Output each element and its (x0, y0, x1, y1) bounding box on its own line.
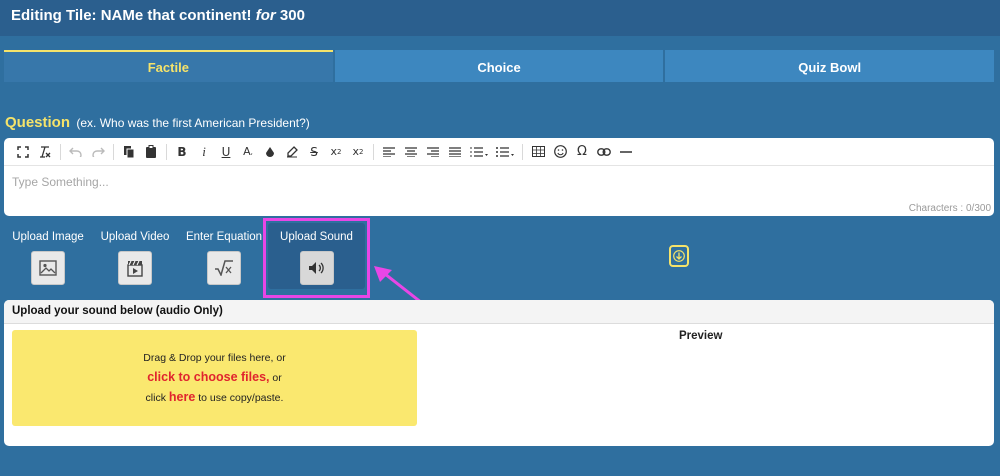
file-dropzone[interactable]: Drag & Drop your files here, or click to… (12, 330, 417, 426)
tab-quiz-bowl[interactable]: Quiz Bowl (665, 50, 995, 82)
scroll-down-button[interactable] (669, 245, 689, 267)
upload-video-button[interactable]: Upload Video (97, 231, 173, 285)
paste-icon[interactable] (140, 141, 162, 163)
dropzone-paste-line: click here to use copy/paste. (146, 388, 284, 408)
link-icon[interactable] (593, 141, 615, 163)
emoji-icon[interactable] (549, 141, 571, 163)
toolbar-divider (373, 143, 374, 160)
align-right-icon[interactable] (422, 141, 444, 163)
fullscreen-icon[interactable] (12, 141, 34, 163)
horizontal-rule-icon[interactable] (615, 141, 637, 163)
italic-icon[interactable]: i (193, 141, 215, 163)
dropzone-or: or (272, 371, 282, 384)
copy-icon[interactable] (118, 141, 140, 163)
question-word: Question (5, 114, 71, 131)
sound-upload-panel: Upload your sound below (audio Only) Dra… (4, 300, 994, 446)
editor-toolbar: B i U A, S x2 x2 Ω (4, 138, 994, 166)
font-size-icon[interactable]: A, (237, 141, 259, 163)
image-icon (31, 251, 65, 285)
dropzone-click: click (145, 391, 166, 404)
dropzone-instructions: Drag & Drop your files here, or (143, 351, 286, 364)
upload-sound-button[interactable]: Upload Sound (268, 231, 365, 285)
align-center-icon[interactable] (400, 141, 422, 163)
align-left-icon[interactable] (378, 141, 400, 163)
undo-icon[interactable] (65, 141, 87, 163)
upload-sound-label: Upload Sound (280, 231, 353, 243)
highlight-icon[interactable] (281, 141, 303, 163)
dropzone-copy-paste: to use copy/paste. (198, 391, 284, 404)
toolbar-divider (113, 143, 114, 160)
header-for: for (255, 7, 276, 24)
preview-label: Preview (679, 330, 723, 342)
text-color-icon[interactable] (259, 141, 281, 163)
unordered-list-icon[interactable] (492, 141, 518, 163)
copy-paste-here-link[interactable]: here (169, 390, 195, 404)
question-label: Question (ex. Who was the first American… (5, 114, 310, 131)
speaker-icon (299, 251, 334, 285)
clear-format-icon[interactable] (34, 141, 56, 163)
upload-image-label: Upload Image (12, 231, 84, 243)
dropzone-choose-line: click to choose files, or (147, 368, 282, 388)
justify-icon[interactable] (444, 141, 466, 163)
enter-equation-label: Enter Equation (185, 231, 263, 243)
enter-equation-button[interactable]: Enter Equation (183, 231, 265, 285)
upload-panel-title: Upload your sound below (audio Only) (4, 300, 994, 324)
subscript-icon[interactable]: x2 (325, 141, 347, 163)
tab-factile[interactable]: Factile (4, 50, 333, 82)
redo-icon[interactable] (87, 141, 109, 163)
arrow-down-icon (673, 250, 685, 262)
omega-icon[interactable]: Ω (571, 141, 593, 163)
header-title: Editing Tile: NAMe that continent! (11, 7, 252, 24)
tab-choice[interactable]: Choice (334, 50, 664, 82)
upload-video-label: Upload Video (100, 231, 170, 243)
question-text-input[interactable]: Type Something... (4, 166, 994, 202)
header-points: 300 (279, 7, 305, 24)
upload-image-button[interactable]: Upload Image (11, 231, 85, 285)
question-hint: (ex. Who was the first American Presiden… (76, 116, 310, 130)
toolbar-divider (60, 143, 61, 160)
toolbar-divider (166, 143, 167, 160)
character-count: Characters : 0/300 (908, 203, 991, 214)
square-root-icon (207, 251, 241, 285)
table-icon[interactable] (527, 141, 549, 163)
choose-files-link[interactable]: click to choose files, (147, 370, 269, 384)
strikethrough-icon[interactable]: S (303, 141, 325, 163)
bold-icon[interactable]: B (171, 141, 193, 163)
page-header: Editing Tile: NAMe that continent! for 3… (0, 0, 1000, 36)
toolbar-divider (522, 143, 523, 160)
question-type-tabs: Factile Choice Quiz Bowl (4, 50, 995, 82)
underline-icon[interactable]: U (215, 141, 237, 163)
superscript-icon[interactable]: x2 (347, 141, 369, 163)
ordered-list-icon[interactable] (466, 141, 492, 163)
rich-text-editor: B i U A, S x2 x2 Ω Type Something... Cha… (4, 138, 994, 216)
video-clapper-icon (118, 251, 152, 285)
